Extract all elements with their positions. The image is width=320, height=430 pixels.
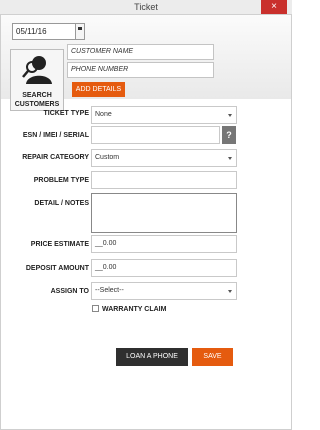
problem-type-label: PROBLEM TYPE bbox=[33, 177, 89, 184]
window-title: Ticket bbox=[134, 2, 158, 12]
detail-notes-textarea[interactable] bbox=[91, 193, 237, 233]
search-customers-button[interactable]: SEARCH CUSTOMERS bbox=[10, 49, 64, 111]
problem-type-input[interactable] bbox=[91, 171, 237, 189]
phone-number-input[interactable]: PHONE NUMBER bbox=[67, 62, 214, 78]
warranty-claim-checkbox[interactable] bbox=[92, 305, 99, 312]
search-customers-label: SEARCH CUSTOMERS bbox=[14, 92, 60, 108]
customer-name-input[interactable]: CUSTOMER NAME bbox=[67, 44, 214, 60]
close-icon[interactable]: × bbox=[261, 0, 287, 14]
deposit-amount-input[interactable]: __0.00 bbox=[91, 259, 237, 277]
detail-notes-label: DETAIL / NOTES bbox=[34, 200, 89, 207]
date-field[interactable]: 05/11/16 bbox=[12, 23, 76, 40]
help-icon[interactable]: ? bbox=[222, 126, 236, 144]
assign-to-label: ASSIGN TO bbox=[50, 288, 89, 295]
warranty-claim-label: WARRANTY CLAIM bbox=[102, 306, 167, 313]
chevron-down-icon bbox=[228, 157, 232, 160]
esn-input[interactable] bbox=[91, 126, 220, 144]
calendar-icon bbox=[78, 27, 82, 30]
price-estimate-input[interactable]: __0.00 bbox=[91, 235, 237, 253]
save-button[interactable]: SAVE bbox=[192, 348, 233, 366]
loan-a-phone-button[interactable]: LOAN A PHONE bbox=[116, 348, 188, 366]
title-bar: Ticket × bbox=[0, 0, 292, 15]
chevron-down-icon bbox=[228, 114, 232, 117]
add-details-button[interactable]: ADD DETAILS bbox=[72, 82, 125, 97]
ticket-type-label: TICKET TYPE bbox=[43, 110, 89, 117]
assign-to-select[interactable]: --Select-- bbox=[91, 282, 237, 300]
chevron-down-icon bbox=[228, 290, 232, 293]
ticket-type-select[interactable]: None bbox=[91, 106, 237, 124]
price-estimate-label: PRICE ESTIMATE bbox=[30, 241, 89, 248]
ticket-window: 05/11/16 SEARCH CUSTOMERS CUSTOMER NAME … bbox=[0, 15, 292, 430]
esn-label: ESN / IMEI / SERIAL bbox=[22, 132, 89, 139]
repair-category-select[interactable]: Custom bbox=[91, 149, 237, 167]
search-customers-icon bbox=[11, 50, 63, 86]
repair-category-label: REPAIR CATEGORY bbox=[22, 154, 89, 161]
deposit-amount-label: DEPOSIT AMOUNT bbox=[25, 265, 89, 272]
date-picker-button[interactable] bbox=[76, 23, 85, 40]
